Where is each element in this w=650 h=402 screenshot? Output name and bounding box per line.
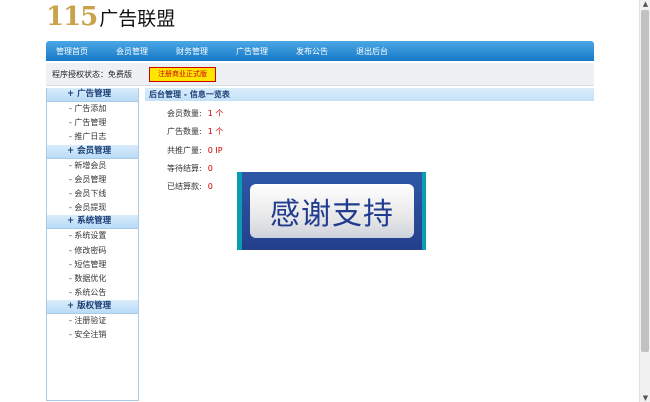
sidebar-item-data-optimize[interactable]: - 数据优化 [47, 272, 138, 286]
stat-ad-count: 广告数量: 1 个 [167, 126, 223, 137]
sidebar-item-register-verify[interactable]: - 注册验证 [47, 314, 138, 328]
license-status-label: 程序授权状态：免费版 [52, 69, 132, 79]
sidebar-section-members[interactable]: + 会员管理 [47, 144, 138, 159]
scrollbar-thumb[interactable] [641, 10, 649, 352]
stat-settled: 已结算款: 0 [167, 181, 213, 192]
scroll-up-icon[interactable]: ▲ [642, 0, 649, 8]
stat-value: 0 [207, 182, 213, 191]
sidebar-item-manage-members[interactable]: - 会员管理 [47, 173, 138, 187]
nav-announcement[interactable]: 发布公告 [296, 46, 328, 57]
nav-members[interactable]: 会员管理 [116, 46, 148, 57]
sidebar-item-safe-logout[interactable]: - 安全注销 [47, 328, 138, 342]
sidebar-item-change-password[interactable]: - 修改密码 [47, 244, 138, 258]
stat-value: 0 [207, 164, 213, 173]
sidebar-item-system-notice[interactable]: - 系统公告 [47, 286, 138, 300]
sidebar-item-manage-ads[interactable]: - 广告管理 [47, 116, 138, 130]
stat-label: 会员数量: [167, 109, 202, 118]
thanks-banner: 感谢支持 [237, 172, 426, 250]
sidebar-item-sms[interactable]: - 短信管理 [47, 258, 138, 272]
content-title: 后台管理 - 信息一览表 [145, 88, 594, 101]
sidebar-item-new-member[interactable]: - 新增会员 [47, 159, 138, 173]
sidebar-item-member-withdraw[interactable]: - 会员提现 [47, 201, 138, 215]
stat-member-count: 会员数量: 1 个 [167, 108, 223, 119]
top-nav: 管理首页 会员管理 财务管理 广告管理 发布公告 退出后台 [46, 41, 594, 61]
stat-promo-total: 共推广量: 0 IP [167, 145, 223, 156]
stat-value: 0 IP [207, 146, 223, 155]
license-status-bar: 程序授权状态：免费版 注册商业正式版 [46, 63, 594, 86]
stat-pending-settlement: 等待结算: 0 [167, 163, 213, 174]
site-logo: 115 广告联盟 [46, 2, 175, 32]
stat-value: 1 个 [207, 109, 224, 118]
scroll-down-icon[interactable]: ▼ [642, 394, 649, 402]
sidebar-item-add-ad[interactable]: - 广告添加 [47, 102, 138, 116]
sidebar-item-system-settings[interactable]: - 系统设置 [47, 229, 138, 243]
sidebar-item-promo-log[interactable]: - 推广日志 [47, 130, 138, 144]
sidebar-item-member-downline[interactable]: - 会员下线 [47, 187, 138, 201]
sidebar-section-copyright[interactable]: + 版权管理 [47, 300, 138, 315]
nav-logout[interactable]: 退出后台 [356, 46, 388, 57]
sidebar-section-ads[interactable]: + 广告管理 [47, 88, 138, 102]
logo-number: 115 [46, 2, 98, 32]
vertical-scrollbar[interactable]: ▲ ▼ [639, 0, 650, 402]
thanks-banner-plate: 感谢支持 [250, 184, 414, 238]
sidebar-section-system[interactable]: + 系统管理 [47, 215, 138, 230]
sidebar: + 广告管理 - 广告添加 - 广告管理 - 推广日志 + 会员管理 - 新增会… [46, 88, 139, 401]
nav-ads[interactable]: 广告管理 [236, 46, 268, 57]
nav-home[interactable]: 管理首页 [56, 46, 88, 57]
stat-label: 共推广量: [167, 146, 202, 155]
stat-label: 广告数量: [167, 127, 202, 136]
stat-label: 等待结算: [167, 164, 202, 173]
thanks-banner-text: 感谢支持 [270, 197, 394, 232]
register-commercial-button[interactable]: 注册商业正式版 [149, 66, 216, 82]
nav-finance[interactable]: 财务管理 [176, 46, 208, 57]
stat-value: 1 个 [207, 127, 224, 136]
logo-text: 广告联盟 [99, 8, 176, 30]
stat-label: 已结算款: [167, 182, 202, 191]
